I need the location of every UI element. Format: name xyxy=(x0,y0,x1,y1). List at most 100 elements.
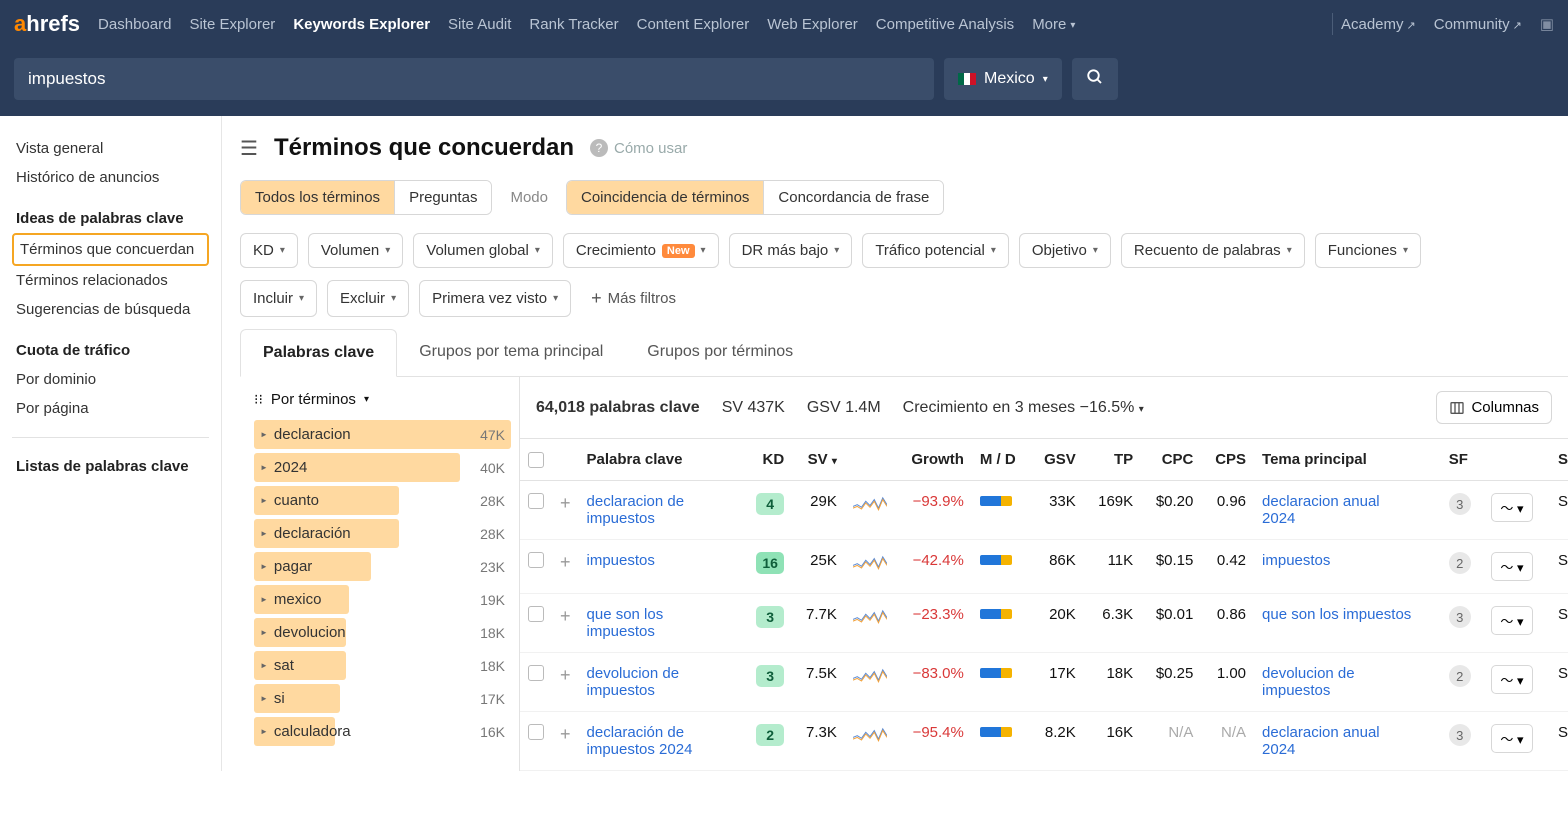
term-row[interactable]: declaracion 47K xyxy=(240,418,519,451)
filter-volumen[interactable]: Volumen xyxy=(308,233,403,268)
seg-phrase-match[interactable]: Concordancia de frase xyxy=(764,181,943,214)
tab-grupos-terminos[interactable]: Grupos por términos xyxy=(625,329,815,376)
search-input[interactable] xyxy=(14,58,934,100)
serp-button[interactable]: S xyxy=(1558,552,1568,569)
topic-link[interactable]: impuestos xyxy=(1262,552,1330,569)
serp-button[interactable]: S xyxy=(1558,493,1568,510)
row-checkbox[interactable] xyxy=(528,606,544,622)
expand-icon[interactable]: + xyxy=(560,552,571,572)
tab-grupos-tema[interactable]: Grupos por tema principal xyxy=(397,329,625,376)
term-row[interactable]: calculadora 16K xyxy=(240,715,519,748)
col-sv[interactable]: SV ▾ xyxy=(792,439,845,481)
kd-value: 4 xyxy=(756,493,784,515)
columns-button[interactable]: Columnas xyxy=(1436,391,1552,424)
trend-button[interactable]: 〜 ▾ xyxy=(1491,665,1532,694)
sidebar-por-pagina[interactable]: Por página xyxy=(12,394,209,423)
keyword-link[interactable]: declaracion de impuestos xyxy=(587,493,717,527)
search-button[interactable] xyxy=(1072,58,1118,100)
sidebar-sugerencias[interactable]: Sugerencias de búsqueda xyxy=(12,295,209,324)
col-cps[interactable]: CPS xyxy=(1201,439,1254,481)
terms-sort[interactable]: ⁝⁝ Por términos ▾ xyxy=(240,391,519,418)
toggle-sidebar-icon[interactable]: ☰ xyxy=(240,136,258,161)
expand-icon[interactable]: + xyxy=(560,665,571,685)
col-md[interactable]: M / D xyxy=(972,439,1030,481)
keyword-link[interactable]: declaración de impuestos 2024 xyxy=(587,724,717,758)
term-row[interactable]: pagar 23K xyxy=(240,550,519,583)
summary-growth[interactable]: Crecimiento en 3 meses −16.5% ▾ xyxy=(903,399,1144,417)
term-row[interactable]: sat 18K xyxy=(240,649,519,682)
tab-keywords[interactable]: Palabras clave xyxy=(240,329,397,377)
more-filters[interactable]: + Más filtros xyxy=(581,280,686,317)
sidebar-vista-general[interactable]: Vista general xyxy=(12,134,209,163)
filter-dr[interactable]: DR más bajo xyxy=(729,233,853,268)
topic-link[interactable]: declaracion anual 2024 xyxy=(1262,493,1412,527)
trend-button[interactable]: 〜 ▾ xyxy=(1491,552,1532,581)
seg-term-match[interactable]: Coincidencia de términos xyxy=(567,181,764,214)
filter-objetivo[interactable]: Objetivo xyxy=(1019,233,1111,268)
filter-kd[interactable]: KD xyxy=(240,233,298,268)
col-tp[interactable]: TP xyxy=(1084,439,1141,481)
nav-help-icon[interactable]: ▣ xyxy=(1540,15,1554,33)
keyword-link[interactable]: que son los impuestos xyxy=(587,606,717,640)
expand-icon[interactable]: + xyxy=(560,606,571,626)
filter-trafico[interactable]: Tráfico potencial xyxy=(862,233,1009,268)
filter-vol-global[interactable]: Volumen global xyxy=(413,233,553,268)
expand-icon[interactable]: + xyxy=(560,493,571,513)
trend-button[interactable]: 〜 ▾ xyxy=(1491,493,1532,522)
sidebar-por-dominio[interactable]: Por dominio xyxy=(12,365,209,394)
topic-link[interactable]: declaracion anual 2024 xyxy=(1262,724,1412,758)
filter-excluir[interactable]: Excluir xyxy=(327,280,409,317)
help-link[interactable]: ? Cómo usar xyxy=(590,139,687,157)
nav-rank-tracker[interactable]: Rank Tracker xyxy=(529,16,618,33)
serp-button[interactable]: S xyxy=(1558,665,1568,682)
select-all-checkbox[interactable] xyxy=(528,452,544,468)
term-row[interactable]: cuanto 28K xyxy=(240,484,519,517)
keyword-link[interactable]: impuestos xyxy=(587,552,655,569)
serp-button[interactable]: S xyxy=(1558,724,1568,741)
col-kd[interactable]: KD xyxy=(743,439,792,481)
nav-competitive-analysis[interactable]: Competitive Analysis xyxy=(876,16,1014,33)
sidebar-historico[interactable]: Histórico de anuncios xyxy=(12,163,209,192)
nav-more[interactable]: More xyxy=(1032,16,1075,33)
nav-academy[interactable]: Academy↗ xyxy=(1341,16,1416,33)
row-checkbox[interactable] xyxy=(528,552,544,568)
nav-site-audit[interactable]: Site Audit xyxy=(448,16,511,33)
trend-button[interactable]: 〜 ▾ xyxy=(1491,606,1532,635)
serp-button[interactable]: S xyxy=(1558,606,1568,623)
filter-crecimiento[interactable]: Crecimiento New xyxy=(563,233,719,268)
sidebar-terminos-concuerdan[interactable]: Términos que concuerdan xyxy=(12,233,209,266)
nav-site-explorer[interactable]: Site Explorer xyxy=(189,16,275,33)
term-row[interactable]: devolucion 18K xyxy=(240,616,519,649)
country-select[interactable]: Mexico ▾ xyxy=(944,58,1062,100)
col-cpc[interactable]: CPC xyxy=(1141,439,1201,481)
row-checkbox[interactable] xyxy=(528,493,544,509)
expand-icon[interactable]: + xyxy=(560,724,571,744)
filter-recuento[interactable]: Recuento de palabras xyxy=(1121,233,1305,268)
term-row[interactable]: mexico 19K xyxy=(240,583,519,616)
row-checkbox[interactable] xyxy=(528,665,544,681)
trend-button[interactable]: 〜 ▾ xyxy=(1491,724,1532,753)
sidebar-terminos-relacionados[interactable]: Términos relacionados xyxy=(12,266,209,295)
filter-funciones[interactable]: Funciones xyxy=(1315,233,1421,268)
col-gsv[interactable]: GSV xyxy=(1030,439,1084,481)
term-row[interactable]: si 17K xyxy=(240,682,519,715)
term-row[interactable]: 2024 40K xyxy=(240,451,519,484)
nav-keywords-explorer[interactable]: Keywords Explorer xyxy=(293,16,430,33)
row-checkbox[interactable] xyxy=(528,724,544,740)
col-tema[interactable]: Tema principal xyxy=(1254,439,1441,481)
topic-link[interactable]: que son los impuestos xyxy=(1262,606,1411,623)
keyword-link[interactable]: devolucion de impuestos xyxy=(587,665,717,699)
nav-dashboard[interactable]: Dashboard xyxy=(98,16,171,33)
col-sf[interactable]: SF xyxy=(1441,439,1484,481)
col-keyword[interactable]: Palabra clave xyxy=(579,439,743,481)
filter-primera-vez[interactable]: Primera vez visto xyxy=(419,280,571,317)
seg-questions[interactable]: Preguntas xyxy=(395,181,491,214)
topic-link[interactable]: devolucion de impuestos xyxy=(1262,665,1412,699)
nav-content-explorer[interactable]: Content Explorer xyxy=(637,16,750,33)
nav-community[interactable]: Community↗ xyxy=(1434,16,1522,33)
filter-incluir[interactable]: Incluir xyxy=(240,280,317,317)
col-growth[interactable]: Growth xyxy=(895,439,972,481)
nav-web-explorer[interactable]: Web Explorer xyxy=(767,16,858,33)
term-row[interactable]: declaración 28K xyxy=(240,517,519,550)
seg-all-terms[interactable]: Todos los términos xyxy=(241,181,395,214)
